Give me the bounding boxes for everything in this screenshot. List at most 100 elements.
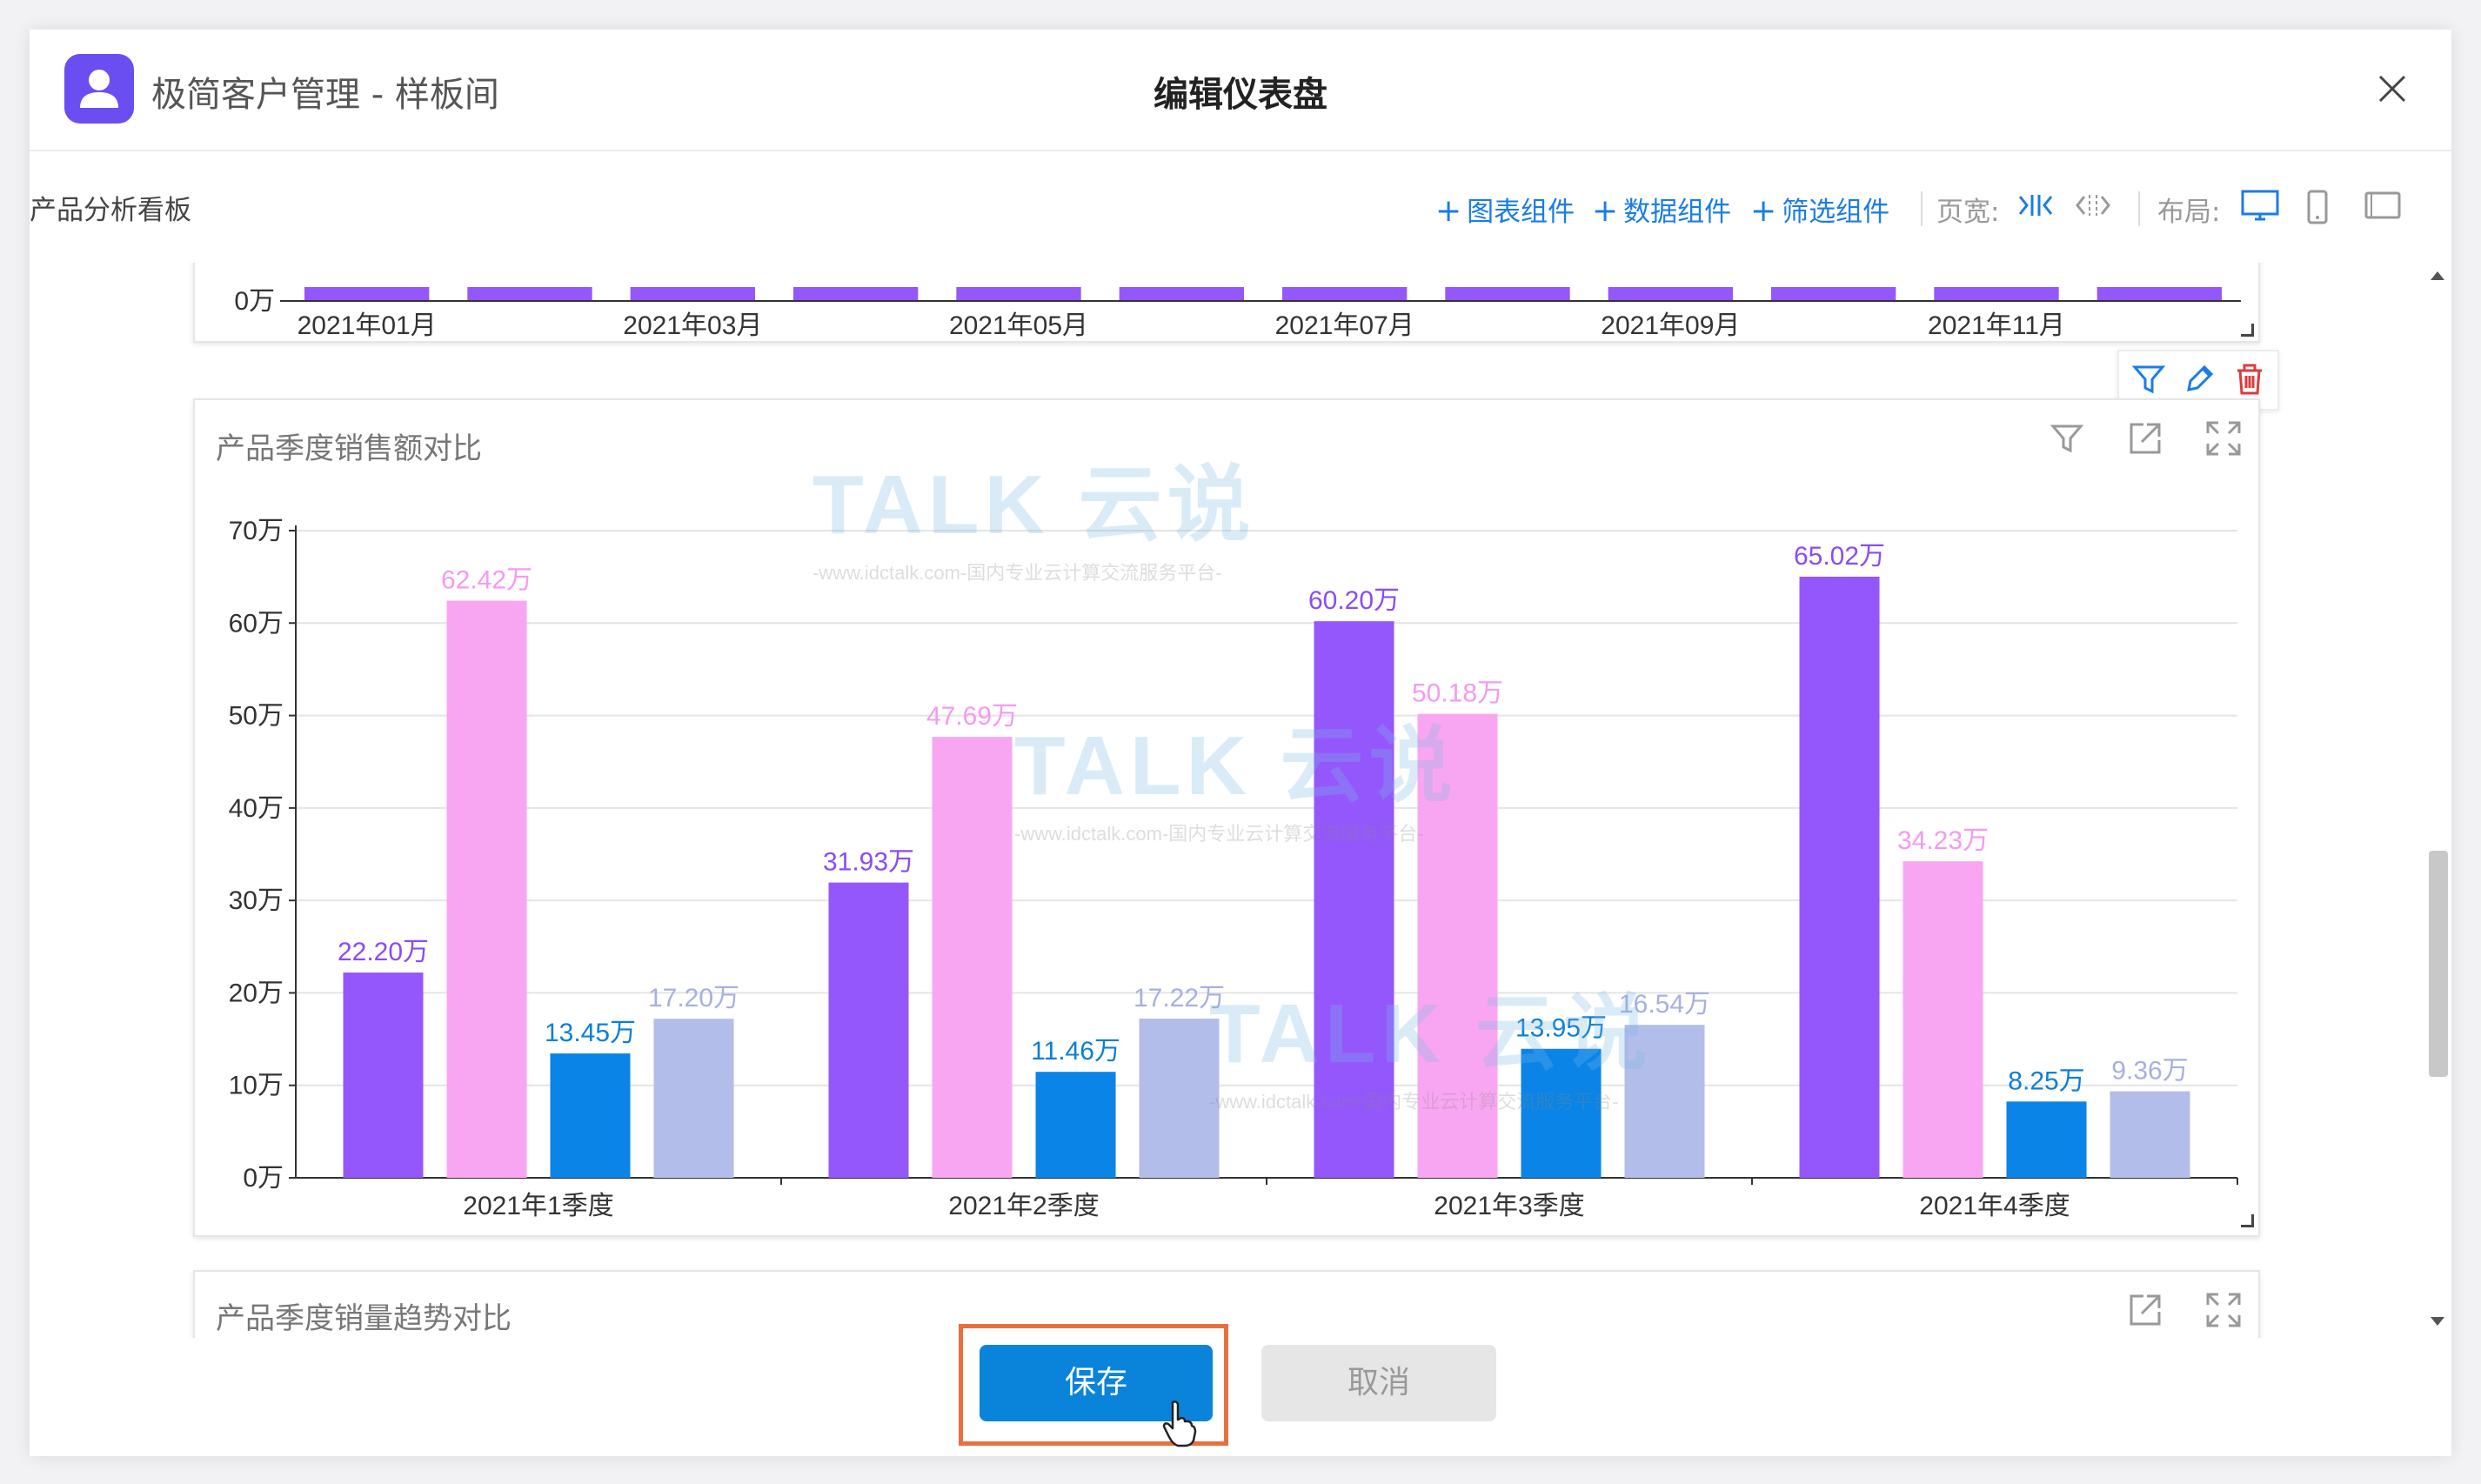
data-label: 31.93万 xyxy=(823,848,914,877)
tablet-layout-icon[interactable] xyxy=(2363,188,2403,226)
data-label: 22.20万 xyxy=(338,938,429,966)
bar xyxy=(1119,287,1244,301)
bar xyxy=(446,600,527,1178)
fullscreen-icon[interactable] xyxy=(2204,1291,2243,1333)
bar xyxy=(2096,287,2222,301)
bar xyxy=(630,287,755,301)
data-label: 17.20万 xyxy=(648,984,739,1013)
bar xyxy=(1799,576,1880,1178)
add-filter-label: 筛选组件 xyxy=(1782,197,1890,228)
add-chart-component-button[interactable]: + 图表组件 xyxy=(1435,190,1575,229)
scroll-up-arrow[interactable] xyxy=(2431,271,2444,280)
hand-cursor-icon xyxy=(1162,1399,1197,1451)
x-axis-tick-label: 2021年4季度 xyxy=(1919,1192,2070,1220)
x-axis-tick-label: 2021年01月 xyxy=(298,311,437,340)
bar xyxy=(1771,287,1896,301)
bar xyxy=(304,287,430,301)
cancel-button[interactable]: 取消 xyxy=(1261,1345,1496,1421)
width-compress-icon[interactable] xyxy=(2016,188,2055,226)
vertical-scrollbar[interactable] xyxy=(2424,263,2450,1338)
dialog-header: 极简客户管理 - 样板间 编辑仪表盘 xyxy=(30,30,2451,151)
y-axis-tick-label: 10万 xyxy=(229,1072,284,1100)
x-axis-tick-label: 2021年03月 xyxy=(623,311,762,340)
bar xyxy=(550,1053,631,1178)
bar xyxy=(1314,621,1394,1178)
scrollbar-thumb[interactable] xyxy=(2429,851,2448,1077)
resize-handle[interactable] xyxy=(2241,324,2254,337)
data-label: 13.45万 xyxy=(545,1019,636,1047)
x-axis-tick-label: 2021年09月 xyxy=(1601,311,1740,340)
bar xyxy=(1624,1025,1705,1178)
bar xyxy=(1445,287,1570,301)
bar xyxy=(1521,1048,1602,1178)
data-label: 17.22万 xyxy=(1134,984,1225,1013)
add-data-label: 数据组件 xyxy=(1623,197,1732,228)
dialog-footer: 保存 取消 xyxy=(30,1324,2451,1456)
add-filter-component-button[interactable]: + 筛选组件 xyxy=(1750,190,1889,229)
app-logo-icon xyxy=(64,54,134,124)
x-axis-tick-label: 2021年11月 xyxy=(1928,311,2065,340)
plus-icon: + xyxy=(1750,193,1777,229)
data-label: 60.20万 xyxy=(1308,586,1400,615)
bar xyxy=(343,973,424,1178)
dashboard-canvas[interactable]: 0万 2021年01月 2021年03月 2021年05月 2021年07月 2021年… xyxy=(30,263,2451,1338)
data-label: 34.23万 xyxy=(1897,826,1989,855)
monthly-chart-card[interactable]: 0万 2021年01月 2021年03月 2021年05月 2021年07月 2021年… xyxy=(193,263,2260,343)
delete-icon[interactable] xyxy=(2230,360,2269,398)
dialog-title: 编辑仪表盘 xyxy=(1154,75,1327,115)
next-chart-title: 产品季度销量趋势对比 xyxy=(216,1301,512,1336)
app-title: 极简客户管理 - 样板间 xyxy=(151,75,499,115)
y-axis-tick-label: 40万 xyxy=(229,794,284,823)
edit-pencil-icon[interactable] xyxy=(2180,360,2218,398)
bar xyxy=(1035,1072,1116,1178)
data-label: 16.54万 xyxy=(1619,990,1710,1019)
bar-chart: 0万 10万 20万 30万 40万 50万 60万 70万 22.20万 62.42万 13.45… xyxy=(229,517,2238,1220)
bar xyxy=(2110,1091,2190,1178)
bar xyxy=(956,287,1081,301)
x-axis-tick-label: 2021年3季度 xyxy=(1434,1192,1584,1220)
add-data-component-button[interactable]: + 数据组件 xyxy=(1592,190,1731,229)
bar xyxy=(1282,287,1408,301)
resize-handle[interactable] xyxy=(2241,1214,2254,1227)
y-axis-tick-label: 0万 xyxy=(243,1164,284,1193)
bar xyxy=(2006,1101,2087,1178)
board-name: 产品分析看板 xyxy=(30,195,191,226)
quarterly-sales-chart-card[interactable]: 产品季度销售额对比 0万 10万 20万 30万 40万 50万 60万 70万 22.20万 6… xyxy=(193,398,2260,1237)
plus-icon: + xyxy=(1435,193,1462,229)
bar xyxy=(1903,861,1983,1178)
x-axis-tick-label: 2021年05月 xyxy=(949,311,1088,340)
data-label: 8.25万 xyxy=(2008,1066,2084,1095)
y-axis-tick-label: 30万 xyxy=(229,886,284,915)
layout-label: 布局: xyxy=(2157,197,2221,228)
y-axis-zero-label: 0万 xyxy=(234,287,275,316)
bar xyxy=(1139,1018,1220,1178)
filter-icon[interactable] xyxy=(2130,360,2168,398)
x-axis-tick-label: 2021年2季度 xyxy=(948,1192,1099,1220)
monthly-chart-svg: 0万 2021年01月 2021年03月 2021年05月 2021年07月 2021年… xyxy=(234,287,2241,340)
bar xyxy=(1934,287,2059,301)
data-label: 62.42万 xyxy=(441,566,532,595)
width-expand-icon[interactable] xyxy=(2074,188,2112,226)
data-label: 65.02万 xyxy=(1794,542,1885,571)
y-axis-tick-label: 50万 xyxy=(229,702,284,731)
x-axis-tick-label: 2021年1季度 xyxy=(463,1192,613,1220)
toolbar-divider xyxy=(2138,191,2140,226)
page-width-label: 页宽: xyxy=(1936,197,2000,228)
data-label: 47.69万 xyxy=(926,702,1018,731)
bar xyxy=(653,1019,734,1178)
bar xyxy=(828,882,909,1178)
bar xyxy=(932,737,1013,1178)
scroll-down-arrow[interactable] xyxy=(2431,1317,2444,1326)
open-external-icon[interactable] xyxy=(2126,1291,2164,1333)
add-chart-label: 图表组件 xyxy=(1467,197,1575,228)
mobile-layout-icon[interactable] xyxy=(2304,188,2331,230)
desktop-layout-icon[interactable] xyxy=(2239,188,2281,226)
close-icon[interactable] xyxy=(2371,68,2413,110)
data-label: 11.46万 xyxy=(1031,1037,1120,1066)
bar xyxy=(1417,713,1498,1178)
y-axis-tick-label: 60万 xyxy=(229,609,284,638)
data-label: 13.95万 xyxy=(1515,1014,1607,1043)
bar xyxy=(1608,287,1733,301)
bar xyxy=(793,287,919,301)
y-axis-tick-label: 70万 xyxy=(229,517,284,545)
